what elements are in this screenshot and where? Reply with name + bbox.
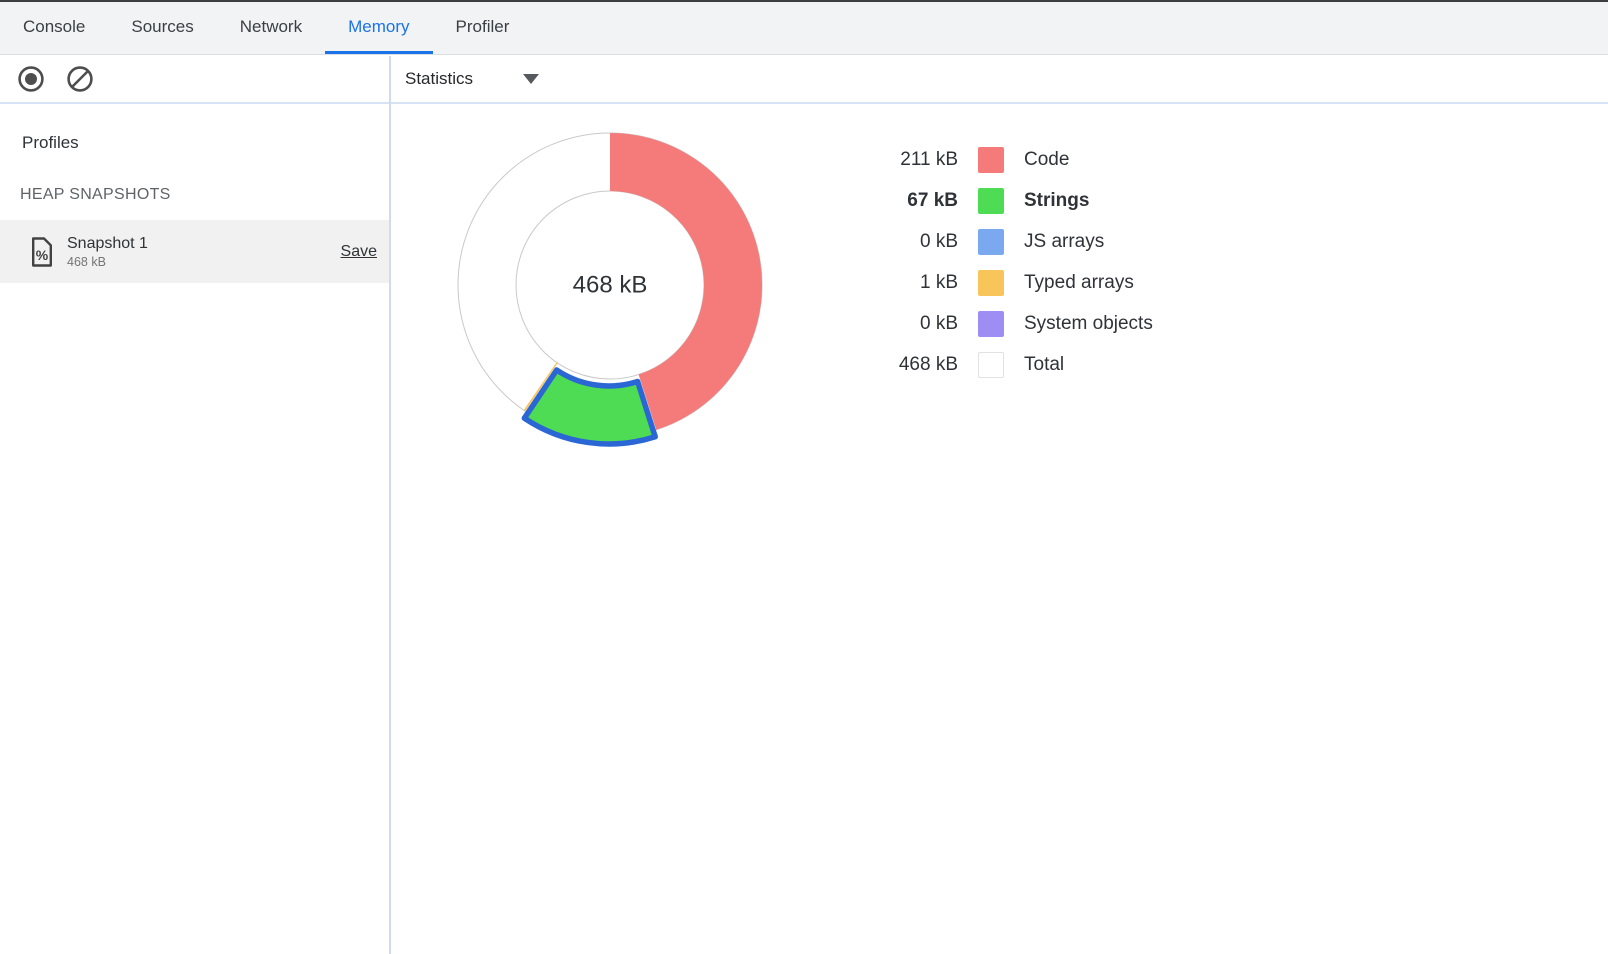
legend-swatch-code xyxy=(978,147,1004,173)
devtools-window: Console Sources Network Memory Profiler … xyxy=(0,0,1608,954)
legend-row-typed-arrays[interactable]: 1 kB Typed arrays xyxy=(858,262,1153,303)
sidebar-heading: Profiles xyxy=(22,133,389,153)
chart-legend: 211 kB Code 67 kB Strings 0 kB JS arrays 1 kB T… xyxy=(858,139,1153,385)
devtools-tab-bar: Console Sources Network Memory Profiler xyxy=(0,2,1608,55)
clear-profiles-button[interactable] xyxy=(66,65,94,93)
legend-label: Code xyxy=(1024,149,1069,171)
legend-row-strings[interactable]: 67 kB Strings xyxy=(858,180,1153,221)
snapshot-name: Snapshot 1 xyxy=(67,235,148,253)
legend-row-total[interactable]: 468 kB Total xyxy=(858,344,1153,385)
window-top-edge xyxy=(0,0,1608,2)
legend-row-system-objects[interactable]: 0 kB System objects xyxy=(858,303,1153,344)
snapshot-size: 468 kB xyxy=(67,255,148,269)
legend-swatch-typed-arrays xyxy=(978,270,1004,296)
legend-value: 0 kB xyxy=(858,313,958,335)
legend-label: JS arrays xyxy=(1024,231,1104,253)
profiles-sidebar: Profiles HEAP SNAPSHOTS % Snapshot 1 468… xyxy=(0,104,389,954)
svg-text:%: % xyxy=(36,247,49,263)
record-icon xyxy=(17,65,45,93)
memory-toolbar: Statistics xyxy=(0,56,1608,104)
tab-memory[interactable]: Memory xyxy=(325,2,432,54)
toolbar-left-group xyxy=(17,56,94,102)
legend-value: 468 kB xyxy=(858,354,958,376)
tab-network[interactable]: Network xyxy=(217,2,325,54)
tab-profiler[interactable]: Profiler xyxy=(433,2,533,54)
profile-view-selector-value: Statistics xyxy=(405,69,473,89)
legend-label: Typed arrays xyxy=(1024,272,1134,294)
legend-swatch-strings xyxy=(978,188,1004,214)
record-heap-snapshot-button[interactable] xyxy=(17,65,45,93)
sidebar-main-divider[interactable] xyxy=(389,56,391,954)
legend-label: Total xyxy=(1024,354,1064,376)
save-snapshot-link[interactable]: Save xyxy=(341,243,377,261)
heap-donut-chart[interactable]: 468 kB xyxy=(430,105,790,465)
heap-snapshots-section-heading: HEAP SNAPSHOTS xyxy=(20,186,389,204)
legend-row-code[interactable]: 211 kB Code xyxy=(858,139,1153,180)
legend-swatch-total xyxy=(978,352,1004,378)
legend-row-js-arrays[interactable]: 0 kB JS arrays xyxy=(858,221,1153,262)
heap-snapshot-file-icon: % xyxy=(30,237,54,267)
legend-value: 67 kB xyxy=(858,190,958,212)
chevron-down-icon xyxy=(523,74,539,84)
legend-label: Strings xyxy=(1024,190,1089,212)
profile-view-selector[interactable]: Statistics xyxy=(405,56,539,102)
legend-value: 0 kB xyxy=(858,231,958,253)
legend-value: 211 kB xyxy=(858,149,958,171)
snapshot-text: Snapshot 1 468 kB xyxy=(67,235,148,269)
legend-swatch-js-arrays xyxy=(978,229,1004,255)
sidebar-item-snapshot-1[interactable]: % Snapshot 1 468 kB Save xyxy=(0,220,389,283)
legend-label: System objects xyxy=(1024,313,1153,335)
statistics-view: 468 kB 211 kB Code 67 kB Strings 0 kB JS arra… xyxy=(391,104,1608,954)
tab-console[interactable]: Console xyxy=(0,2,108,54)
donut-center-label: 468 kB xyxy=(573,272,648,299)
tab-sources[interactable]: Sources xyxy=(108,2,216,54)
block-icon xyxy=(66,65,94,93)
legend-value: 1 kB xyxy=(858,272,958,294)
legend-swatch-system-objects xyxy=(978,311,1004,337)
